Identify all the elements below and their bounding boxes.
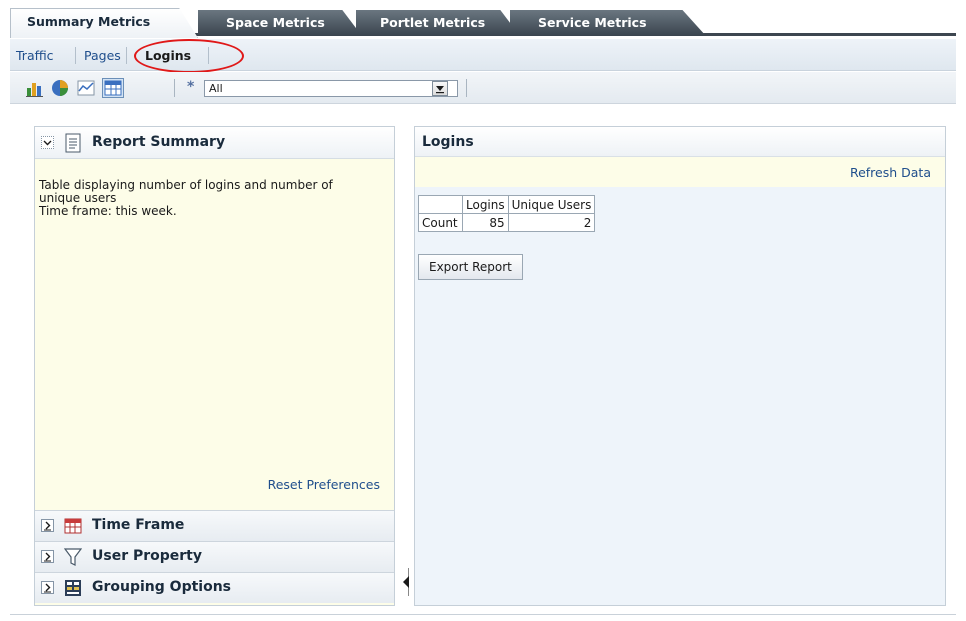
reset-preferences-link[interactable]: Reset Preferences bbox=[268, 477, 380, 492]
subnav-separator bbox=[126, 47, 127, 64]
chevron-down-icon[interactable] bbox=[432, 81, 448, 96]
tab-summary-metrics[interactable]: Summary Metrics bbox=[10, 8, 198, 38]
unique-users-cell: 2 bbox=[507, 213, 596, 232]
bottom-divider bbox=[10, 614, 956, 615]
filter-icon bbox=[63, 547, 83, 570]
tab-portlet-metrics[interactable]: Portlet Metrics bbox=[356, 10, 520, 36]
tab-service-metrics[interactable]: Service Metrics bbox=[510, 10, 706, 36]
refresh-data-link[interactable]: Refresh Data bbox=[850, 165, 931, 180]
grouping-icon bbox=[64, 579, 82, 600]
required-asterisk: * bbox=[187, 79, 195, 95]
toolbar-separator bbox=[466, 79, 467, 97]
grouping-options-label: Grouping Options bbox=[92, 579, 231, 595]
export-report-button[interactable]: Export Report bbox=[418, 254, 523, 280]
summary-line: Time frame: this week. bbox=[39, 204, 177, 218]
user-property-label: User Property bbox=[92, 548, 202, 564]
logins-count-cell: 85 bbox=[462, 213, 509, 232]
column-header bbox=[418, 195, 463, 214]
expand-icon[interactable] bbox=[41, 550, 54, 563]
expand-icon[interactable] bbox=[41, 519, 54, 532]
calendar-icon bbox=[64, 517, 82, 538]
time-frame-label: Time Frame bbox=[92, 517, 185, 533]
filter-select[interactable]: All bbox=[204, 80, 458, 97]
table-header-row: Logins Unique Users bbox=[418, 195, 596, 214]
toolbar-separator bbox=[174, 79, 175, 97]
expand-icon[interactable] bbox=[41, 581, 54, 594]
view-toolbar: * All bbox=[10, 72, 956, 104]
section-grouping-options[interactable]: Grouping Options bbox=[35, 572, 394, 603]
section-user-property[interactable]: User Property bbox=[35, 541, 394, 572]
pie-chart-icon[interactable] bbox=[50, 78, 72, 98]
report-summary-header[interactable]: Report Summary bbox=[35, 127, 394, 159]
line-chart-icon[interactable] bbox=[76, 78, 98, 98]
table-view-icon[interactable] bbox=[102, 78, 124, 98]
report-options-panel: Report Summary Table displaying number o… bbox=[34, 126, 395, 606]
logins-table: Logins Unique Users Count 85 2 bbox=[418, 195, 596, 232]
document-icon bbox=[64, 133, 82, 156]
sub-navigation: Traffic Pages Logins bbox=[10, 39, 956, 73]
report-summary-text: Table displaying number of logins and nu… bbox=[39, 179, 379, 218]
logins-panel-header: Logins bbox=[415, 127, 945, 157]
subnav-pages[interactable]: Pages bbox=[84, 48, 121, 63]
logins-panel-title: Logins bbox=[422, 134, 474, 150]
subnav-separator bbox=[75, 47, 76, 64]
subnav-logins[interactable]: Logins bbox=[145, 48, 191, 63]
tab-space-metrics[interactable]: Space Metrics bbox=[198, 10, 362, 36]
subnav-separator bbox=[208, 47, 209, 64]
row-label: Count bbox=[418, 213, 463, 232]
refresh-bar: Refresh Data bbox=[415, 157, 945, 187]
bar-chart-icon[interactable] bbox=[25, 78, 47, 98]
column-header: Unique Users bbox=[507, 195, 596, 214]
collapse-left-arrow-icon[interactable] bbox=[403, 576, 409, 588]
table-row: Count 85 2 bbox=[418, 213, 596, 232]
collapse-toggle-icon[interactable] bbox=[41, 136, 54, 149]
subnav-traffic[interactable]: Traffic bbox=[16, 48, 54, 63]
section-time-frame[interactable]: Time Frame bbox=[35, 510, 394, 541]
column-header: Logins bbox=[462, 195, 509, 214]
filter-select-value: All bbox=[209, 82, 223, 95]
top-tab-bar: Summary Metrics Space Metrics Portlet Me… bbox=[10, 8, 956, 38]
logins-report-panel: Logins Refresh Data Logins Unique Users … bbox=[414, 126, 946, 606]
report-summary-title: Report Summary bbox=[92, 134, 226, 150]
